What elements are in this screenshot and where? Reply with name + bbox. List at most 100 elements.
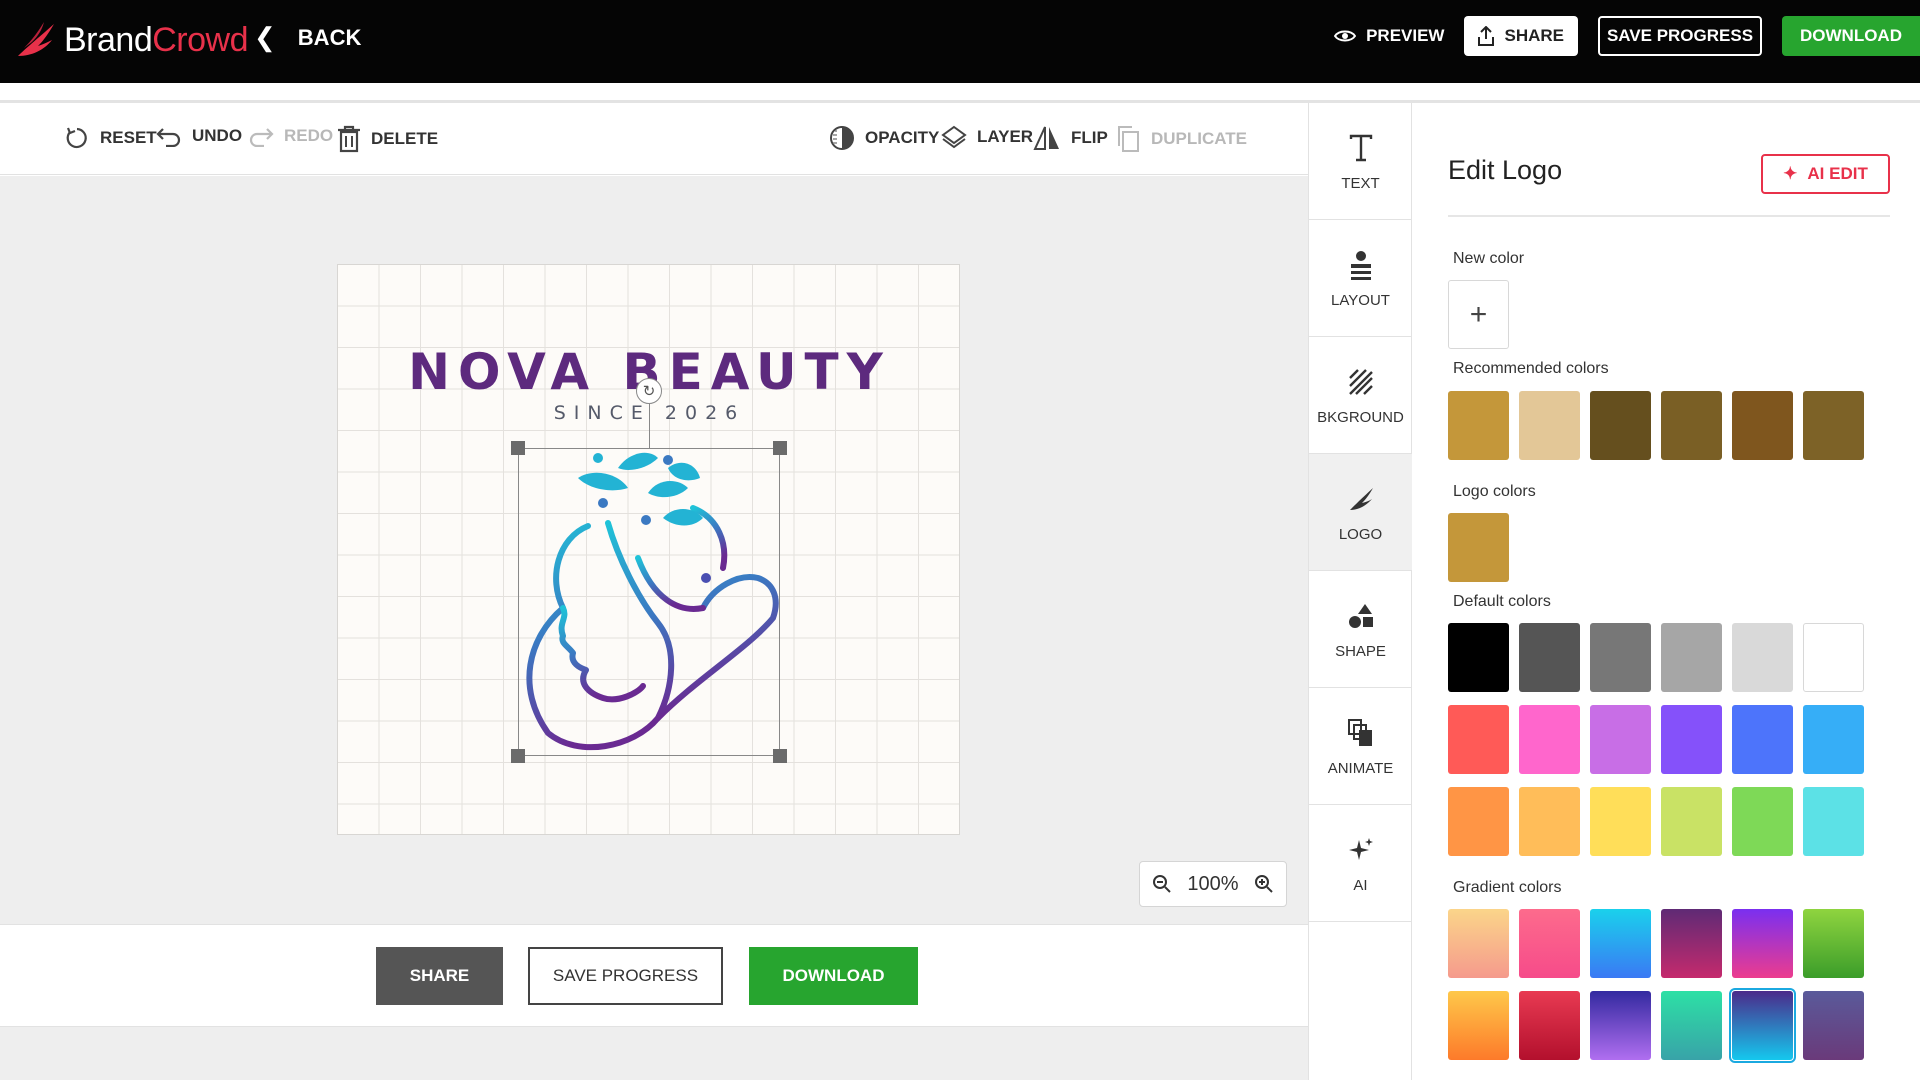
reset-icon — [66, 127, 87, 149]
zoom-control: 100% — [1139, 861, 1287, 907]
brandcrowd-bird-icon — [18, 22, 54, 56]
brand-logo[interactable]: BrandCrowd — [14, 16, 248, 64]
default-color-swatch[interactable] — [1519, 705, 1580, 774]
recommended-color-swatch[interactable] — [1803, 391, 1864, 460]
default-color-swatch[interactable] — [1803, 623, 1864, 692]
default-color-swatch[interactable] — [1732, 705, 1793, 774]
default-color-swatch[interactable] — [1661, 787, 1722, 856]
rotate-icon: ↻ — [642, 383, 656, 400]
share-button-bottom[interactable]: SHARE — [376, 947, 503, 1005]
default-color-swatch[interactable] — [1732, 623, 1793, 692]
resize-handle-top-right[interactable] — [773, 441, 787, 455]
tool-animate[interactable]: ANIMATE — [1309, 688, 1412, 805]
duplicate-button[interactable]: DUPLICATE — [1115, 125, 1247, 153]
back-label: BACK — [297, 24, 362, 50]
default-color-swatch[interactable] — [1448, 787, 1509, 856]
reset-button[interactable]: RESET — [64, 125, 157, 151]
recommended-color-swatch[interactable] — [1448, 391, 1509, 460]
tool-shape[interactable]: SHAPE — [1309, 571, 1412, 688]
back-button[interactable]: ❮ BACK — [254, 22, 361, 53]
recommended-color-swatch[interactable] — [1519, 391, 1580, 460]
undo-button[interactable]: UNDO — [156, 125, 242, 147]
recommended-color-swatch[interactable] — [1732, 391, 1793, 460]
resize-handle-top-left[interactable] — [511, 441, 525, 455]
download-button-top[interactable]: DOWNLOAD — [1782, 16, 1920, 56]
download-button-bottom[interactable]: DOWNLOAD — [749, 947, 918, 1005]
gradient-color-swatch[interactable] — [1661, 909, 1722, 978]
ai-sparkle-icon — [1348, 837, 1373, 860]
add-new-color-button[interactable]: + — [1448, 280, 1509, 349]
zoom-level: 100% — [1187, 872, 1239, 895]
redo-label: REDO — [284, 126, 334, 145]
top-bar: BrandCrowd ❮ BACK PREVIEW SHARE SAVE PRO… — [0, 0, 1920, 83]
chevron-left-icon: ❮ — [254, 22, 276, 52]
share-label-top: SHARE — [1504, 26, 1564, 45]
delete-label: DELETE — [371, 129, 439, 148]
tool-ai[interactable]: AI — [1309, 805, 1412, 922]
tool-background[interactable]: BKGROUND — [1309, 337, 1412, 454]
default-color-swatch[interactable] — [1448, 623, 1509, 692]
tool-logo-label: LOGO — [1338, 525, 1383, 543]
ai-edit-button[interactable]: ✦ AI EDIT — [1761, 154, 1890, 194]
layer-label: LAYER — [977, 127, 1034, 146]
canvas-area: NOVA BEAUTY SINCE 2026 ↻ 100% — [0, 176, 1308, 924]
selection-box[interactable] — [518, 448, 780, 756]
share-button-top[interactable]: SHARE — [1464, 16, 1578, 56]
logo-color-swatch[interactable] — [1448, 513, 1509, 582]
default-color-swatch[interactable] — [1519, 623, 1580, 692]
gradient-color-swatch[interactable] — [1519, 991, 1580, 1060]
logo-colors-label: Logo colors — [1453, 483, 1536, 500]
layer-button[interactable]: LAYER — [941, 125, 1033, 149]
tool-text[interactable]: TEXT — [1309, 103, 1412, 220]
plus-icon: + — [1469, 297, 1488, 331]
gradient-color-swatch[interactable] — [1590, 991, 1651, 1060]
brand-name-part1: Brand — [64, 20, 153, 59]
save-progress-button-top[interactable]: SAVE PROGRESS — [1598, 16, 1762, 56]
artboard[interactable]: NOVA BEAUTY SINCE 2026 ↻ — [337, 264, 960, 835]
recommended-color-swatch[interactable] — [1661, 391, 1722, 460]
default-color-swatch[interactable] — [1590, 787, 1651, 856]
gradient-color-swatch[interactable] — [1803, 991, 1864, 1060]
tool-logo[interactable]: LOGO — [1309, 454, 1412, 571]
delete-button[interactable]: DELETE — [337, 125, 438, 153]
default-color-swatch[interactable] — [1519, 787, 1580, 856]
opacity-icon — [830, 126, 854, 150]
gradient-color-swatch[interactable] — [1803, 909, 1864, 978]
opacity-button[interactable]: OPACITY — [829, 125, 939, 151]
rotate-handle[interactable]: ↻ — [636, 378, 662, 404]
opacity-label: OPACITY — [865, 128, 940, 147]
default-color-swatch[interactable] — [1661, 623, 1722, 692]
animate-icon — [1347, 718, 1372, 746]
default-color-swatch[interactable] — [1590, 705, 1651, 774]
default-color-swatch[interactable] — [1732, 787, 1793, 856]
tool-layout[interactable]: LAYOUT — [1309, 220, 1412, 337]
default-color-swatch[interactable] — [1803, 787, 1864, 856]
edit-toolbar: RESET UNDO REDO DELETE OPACITY LAYER FLI… — [0, 103, 1308, 175]
resize-handle-bottom-left[interactable] — [511, 749, 525, 763]
default-color-swatch[interactable] — [1590, 623, 1651, 692]
default-color-swatch[interactable] — [1448, 705, 1509, 774]
save-progress-button-bottom[interactable]: SAVE PROGRESS — [528, 947, 723, 1005]
default-colors-label: Default colors — [1453, 593, 1551, 610]
resize-handle-bottom-right[interactable] — [773, 749, 787, 763]
gradient-colors-label: Gradient colors — [1453, 879, 1562, 896]
gradient-color-swatch[interactable] — [1519, 909, 1580, 978]
default-color-swatch[interactable] — [1803, 705, 1864, 774]
default-color-swatch[interactable] — [1661, 705, 1722, 774]
recommended-color-swatch[interactable] — [1590, 391, 1651, 460]
gradient-color-swatch[interactable] — [1448, 909, 1509, 978]
flip-button[interactable]: FLIP — [1033, 125, 1108, 151]
logo-icon — [1349, 487, 1373, 510]
preview-button[interactable]: PREVIEW — [1334, 26, 1444, 46]
new-color-label: New color — [1453, 250, 1525, 267]
gradient-color-swatch[interactable] — [1448, 991, 1509, 1060]
tool-shape-label: SHAPE — [1335, 642, 1386, 660]
zoom-in-icon[interactable] — [1254, 874, 1274, 894]
zoom-out-icon[interactable] — [1152, 874, 1172, 894]
redo-button[interactable]: REDO — [248, 125, 333, 147]
gradient-color-swatch[interactable] — [1590, 909, 1651, 978]
text-icon — [1349, 134, 1372, 161]
gradient-color-swatch[interactable] — [1732, 909, 1793, 978]
gradient-color-swatch[interactable] — [1661, 991, 1722, 1060]
gradient-color-swatch[interactable] — [1729, 988, 1796, 1063]
